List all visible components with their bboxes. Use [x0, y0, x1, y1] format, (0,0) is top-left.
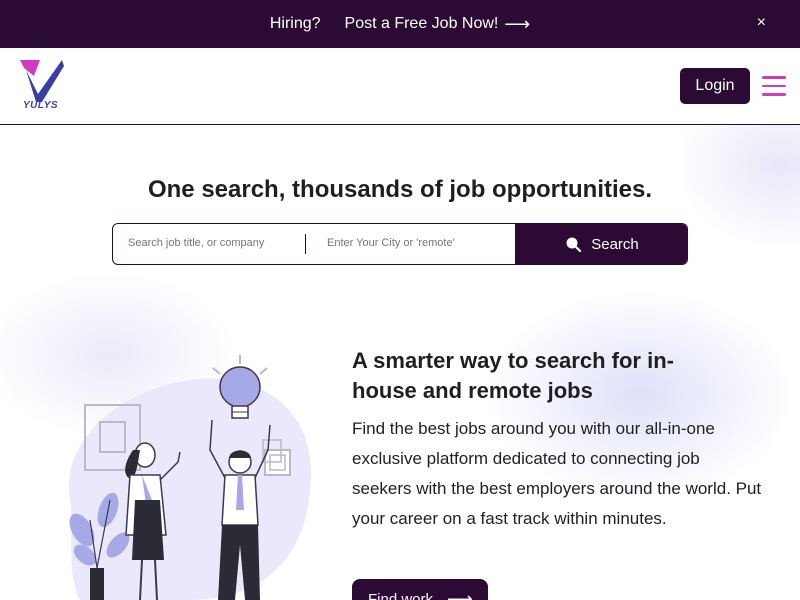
logo-text: YULYS	[23, 100, 59, 111]
find-work-label: Find work	[368, 591, 434, 600]
arrow-right-icon: ⟶	[447, 589, 473, 600]
search-button-label: Search	[591, 235, 639, 253]
search-button[interactable]: Search	[515, 224, 687, 264]
menu-line	[762, 84, 786, 87]
login-button[interactable]: Login	[680, 68, 750, 104]
site-header: YULYS Login	[0, 48, 800, 125]
hiring-text: Hiring?	[269, 15, 321, 32]
search-bar: Search	[112, 223, 688, 265]
feature-description: Find the best jobs around you with our a…	[352, 419, 762, 528]
feature-title: A smarter way to search for in-house and…	[352, 348, 674, 403]
menu-line	[762, 93, 786, 96]
post-job-label: Post a Free Job Now!	[344, 15, 499, 32]
job-seekers-illustration	[68, 355, 312, 600]
menu-line	[762, 76, 786, 79]
find-work-button[interactable]: Find work ⟶	[352, 579, 488, 600]
menu-icon[interactable]	[762, 76, 786, 96]
announcement-banner: Hiring? Post a Free Job Now! ⟶ ×	[0, 0, 800, 48]
hero-title: One search, thousands of job opportuniti…	[147, 176, 653, 203]
arrow-right-icon: ⟶	[504, 13, 531, 34]
post-job-link[interactable]: Post a Free Job Now! ⟶	[345, 14, 531, 35]
close-icon[interactable]: ×	[757, 14, 766, 32]
location-input[interactable]	[327, 237, 497, 249]
search-icon	[566, 237, 582, 252]
search-divider	[305, 234, 306, 254]
job-search-input[interactable]	[128, 237, 298, 249]
